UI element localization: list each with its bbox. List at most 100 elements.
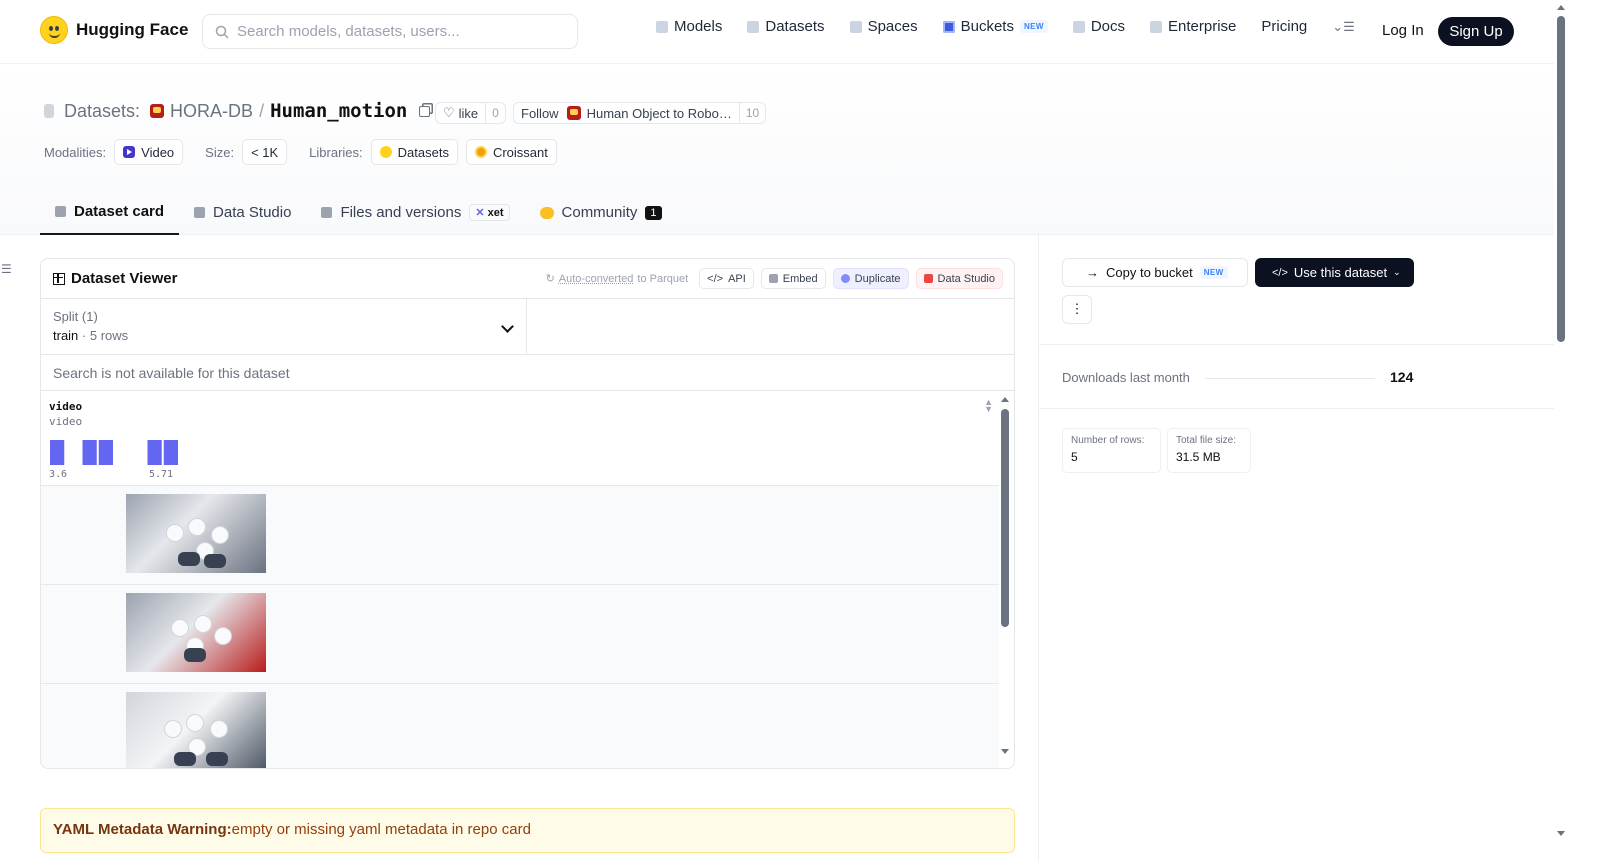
size-tag[interactable]: < 1K bbox=[242, 139, 288, 165]
viewer-scrollbar[interactable] bbox=[1001, 393, 1009, 758]
column-name: video bbox=[49, 400, 83, 413]
size-label: Size: bbox=[205, 144, 235, 160]
video-thumbnail[interactable] bbox=[126, 692, 266, 768]
like-count: 0 bbox=[485, 103, 505, 123]
section-divider bbox=[1039, 408, 1554, 409]
chevron-down-icon: ⌄ bbox=[1393, 267, 1401, 277]
video-icon bbox=[123, 146, 136, 158]
nav-docs[interactable]: Docs bbox=[1072, 18, 1126, 35]
nav-buckets[interactable]: Buckets NEW bbox=[942, 18, 1048, 35]
table-icon bbox=[53, 272, 65, 285]
duplicate-button[interactable]: Duplicate bbox=[832, 268, 909, 289]
table-row[interactable] bbox=[41, 684, 999, 768]
library-tag-datasets[interactable]: Datasets bbox=[370, 139, 458, 165]
community-icon bbox=[539, 206, 554, 219]
nav-links: Models Datasets Spaces Buckets NEW Docs E… bbox=[656, 18, 1355, 35]
scrollbar-thumb[interactable] bbox=[1001, 409, 1009, 627]
code-icon: </> bbox=[1272, 266, 1288, 279]
modality-tag[interactable]: Video bbox=[114, 139, 184, 165]
nav-spaces[interactable]: Spaces bbox=[849, 18, 918, 35]
page-scrollbar[interactable] bbox=[1554, 0, 1568, 861]
search-input[interactable] bbox=[237, 23, 557, 40]
histogram-min: 3.6 bbox=[49, 469, 68, 480]
tab-community-label: Community bbox=[561, 204, 638, 221]
like-button[interactable]: ♡ like 0 bbox=[435, 102, 506, 124]
table-row[interactable] bbox=[41, 486, 999, 585]
video-thumbnail[interactable] bbox=[126, 494, 266, 573]
scroll-up-icon[interactable] bbox=[1001, 397, 1009, 402]
histogram-bar[interactable] bbox=[147, 440, 162, 465]
scroll-down-icon[interactable] bbox=[1557, 831, 1565, 836]
api-button[interactable]: </> API bbox=[699, 268, 754, 289]
tab-data-studio[interactable]: Data Studio bbox=[179, 190, 306, 235]
auto-converted-note: ↻ Auto-converted to Parquet bbox=[546, 272, 689, 286]
tab-data-studio-label: Data Studio bbox=[213, 204, 292, 221]
histogram-bar[interactable] bbox=[50, 440, 65, 465]
column-header-video: video video 3.6 5.71 ▲ ▼ bbox=[41, 391, 999, 486]
login-link[interactable]: Log In bbox=[1382, 22, 1424, 39]
brand-logo[interactable]: Hugging Face bbox=[40, 16, 188, 44]
nav-pricing[interactable]: Pricing bbox=[1261, 18, 1307, 35]
card-icon bbox=[55, 206, 66, 217]
embed-button[interactable]: Embed bbox=[760, 268, 826, 289]
tab-files[interactable]: Files and versions ✕ xet bbox=[306, 190, 524, 235]
rows-stat-value: 5 bbox=[1071, 450, 1078, 464]
copy-to-bucket-button[interactable]: → Copy to bucket NEW bbox=[1062, 258, 1248, 287]
library-datasets-label: Datasets bbox=[397, 144, 449, 160]
size-stat-label: Total file size: bbox=[1176, 435, 1237, 446]
new-badge: NEW bbox=[1019, 20, 1048, 33]
duplicate-label: Duplicate bbox=[854, 272, 901, 285]
dataset-name[interactable]: Human_motion bbox=[270, 100, 407, 122]
rows-stat: Number of rows: 5 bbox=[1062, 428, 1161, 473]
nav-enterprise[interactable]: Enterprise bbox=[1150, 18, 1236, 35]
libraries-label: Libraries: bbox=[309, 144, 363, 160]
histogram-bar[interactable] bbox=[163, 440, 178, 465]
table-row[interactable] bbox=[41, 585, 999, 684]
split-value: train · 5 rows bbox=[53, 328, 514, 343]
split-select[interactable]: Split (1) train · 5 rows bbox=[41, 299, 527, 354]
datasets-icon bbox=[747, 20, 760, 33]
xet-badge: ✕ xet bbox=[469, 204, 510, 221]
library-tag-croissant[interactable]: Croissant bbox=[465, 139, 557, 165]
new-badge: NEW bbox=[1199, 266, 1228, 279]
tab-dataset-card[interactable]: Dataset card bbox=[40, 190, 180, 235]
signup-button[interactable]: Sign Up bbox=[1438, 17, 1514, 46]
nav-docs-label: Docs bbox=[1090, 18, 1126, 35]
scroll-up-icon[interactable] bbox=[1557, 5, 1565, 10]
auto-converted-link[interactable]: Auto-converted bbox=[559, 273, 634, 285]
follow-button[interactable]: Follow Human Object to Robo… 10 bbox=[513, 102, 767, 124]
size-stat: Total file size: 31.5 MB bbox=[1167, 428, 1251, 473]
warning-text: empty or missing yaml metadata in repo c… bbox=[231, 821, 531, 838]
nav-buckets-label: Buckets bbox=[960, 18, 1014, 35]
org-link[interactable]: HORA-DB bbox=[170, 101, 253, 122]
tab-community[interactable]: Community 1 bbox=[525, 190, 677, 235]
croissant-icon bbox=[474, 146, 487, 158]
spaces-icon bbox=[849, 20, 862, 33]
copy-to-bucket-label: Copy to bucket bbox=[1106, 265, 1193, 280]
video-thumbnail[interactable] bbox=[126, 593, 266, 672]
nav-models[interactable]: Models bbox=[656, 18, 722, 35]
search-box[interactable] bbox=[202, 14, 578, 49]
data-studio-button[interactable]: Data Studio bbox=[915, 268, 1003, 289]
scroll-down-icon[interactable] bbox=[1001, 749, 1009, 754]
histogram-max: 5.71 bbox=[149, 469, 174, 480]
warning-title: YAML Metadata Warning: bbox=[53, 821, 232, 838]
page-scrollbar-thumb[interactable] bbox=[1557, 16, 1565, 342]
copy-icon[interactable] bbox=[419, 105, 431, 117]
histogram-bar[interactable] bbox=[98, 440, 113, 465]
more-menu-icon[interactable]: ⌄☰ bbox=[1332, 19, 1355, 35]
arrow-right-icon: → bbox=[1086, 265, 1099, 280]
org-avatar-icon bbox=[150, 104, 165, 118]
nav-datasets[interactable]: Datasets bbox=[747, 18, 825, 35]
more-options-button[interactable]: ⋮ bbox=[1062, 295, 1092, 324]
use-dataset-button[interactable]: </> Use this dataset ⌄ bbox=[1255, 258, 1414, 287]
histogram-bar[interactable] bbox=[82, 440, 97, 465]
sort-icon[interactable]: ▲ ▼ bbox=[984, 398, 993, 414]
section-label[interactable]: Datasets: bbox=[64, 101, 140, 122]
library-croissant-label: Croissant bbox=[492, 144, 548, 160]
buckets-icon bbox=[942, 20, 955, 33]
toc-toggle-icon[interactable]: ☰ bbox=[1, 262, 12, 276]
yaml-metadata-warning: YAML Metadata Warning:empty or missing y… bbox=[40, 808, 1015, 853]
follow-org: Human Object to Robo… bbox=[586, 105, 732, 121]
tab-files-label: Files and versions bbox=[340, 204, 462, 221]
